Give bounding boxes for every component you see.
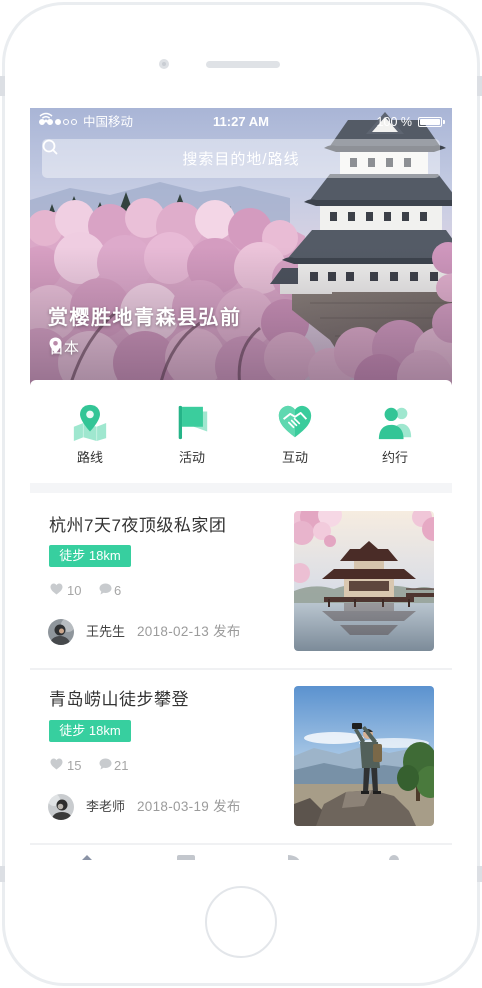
post-stats: 15 21	[50, 758, 170, 773]
post-title: 杭州7天7夜顶级私家团	[49, 516, 227, 535]
category-route[interactable]: 路线	[50, 403, 130, 473]
post-divider	[30, 843, 452, 845]
avatar[interactable]	[48, 619, 74, 645]
author-name: 李老师	[86, 799, 126, 814]
post-thumbnail[interactable]	[294, 511, 434, 651]
hiker-photo	[294, 686, 434, 826]
like-count: 15	[67, 758, 82, 773]
battery-icon	[418, 117, 445, 127]
category-meetup-label: 约行	[381, 450, 408, 465]
map-route-icon	[73, 404, 107, 441]
comment-count: 21	[114, 758, 129, 773]
battery-level	[420, 119, 440, 125]
hero-banner[interactable]: 中国移动 11:27 AM 100 % 搜索目的地/路线 赏樱胜地青森县弘前 日…	[30, 108, 452, 386]
distance-tag: 徒步 18km	[49, 720, 131, 742]
main-content: 路线 活动 互动 约行 杭州7天7夜顶级私家团 徒步 18km 10 6 王先生…	[30, 380, 452, 860]
flag-icon	[178, 405, 208, 440]
antenna-band-top-left	[0, 76, 5, 96]
comment-bubble-icon[interactable]	[99, 758, 112, 770]
post-card[interactable]: 杭州7天7夜顶级私家团 徒步 18km 10 6 王先生 2018-02-13 …	[30, 493, 452, 667]
like-count: 10	[67, 583, 82, 598]
antenna-band-bottom-right	[477, 866, 482, 882]
distance-tag: 徒步 18km	[49, 545, 131, 567]
category-route-label: 路线	[76, 450, 103, 465]
status-right: 100 %	[376, 112, 445, 132]
handshake-heart-icon	[278, 405, 312, 438]
post-date: 2018-03-19 发布	[137, 799, 241, 814]
like-heart-icon[interactable]	[50, 758, 63, 770]
list-icon[interactable]	[176, 854, 196, 860]
avatar-image	[48, 619, 74, 645]
people-icon	[378, 407, 412, 440]
search-icon	[42, 139, 58, 155]
comment-bubble-icon[interactable]	[99, 583, 112, 595]
post-date: 2018-02-13 发布	[137, 624, 241, 639]
pavilion-photo	[294, 511, 434, 651]
category-activity-label: 活动	[178, 450, 205, 465]
search-bar[interactable]: 搜索目的地/路线	[42, 139, 440, 178]
app-screen: 中国移动 11:27 AM 100 % 搜索目的地/路线 赏樱胜地青森县弘前 日…	[30, 108, 452, 860]
category-meetup[interactable]: 约行	[355, 403, 435, 473]
like-heart-icon[interactable]	[50, 583, 63, 595]
category-interact[interactable]: 互动	[255, 403, 335, 473]
battery-percent: 100 %	[376, 115, 412, 129]
section-separator	[30, 483, 452, 493]
profile-icon[interactable]	[386, 854, 402, 860]
post-stats: 10 6	[50, 583, 170, 598]
antenna-band-bottom-left	[0, 866, 5, 882]
home-button[interactable]	[205, 886, 277, 958]
map-pin-icon	[49, 337, 62, 354]
hero-title: 赏樱胜地青森县弘前	[48, 307, 242, 329]
hero-location: 日本	[49, 337, 79, 358]
avatar[interactable]	[48, 794, 74, 820]
post-title: 青岛崂山徒步攀登	[49, 690, 189, 709]
front-camera	[159, 59, 169, 69]
message-icon[interactable]	[286, 854, 302, 860]
category-interact-label: 互动	[281, 450, 308, 465]
comment-count: 6	[114, 583, 122, 598]
author-name: 王先生	[86, 624, 126, 639]
antenna-band-top-right	[477, 76, 482, 96]
post-thumbnail[interactable]	[294, 686, 434, 826]
post-card[interactable]: 青岛崂山徒步攀登 徒步 18km 15 21 李老师 2018-03-19 发布	[30, 670, 452, 844]
status-bar: 中国移动 11:27 AM 100 %	[30, 112, 452, 132]
search-placeholder: 搜索目的地/路线	[182, 151, 300, 168]
avatar-image	[48, 794, 74, 820]
earpiece-speaker	[206, 61, 280, 68]
home-icon[interactable]	[79, 854, 95, 860]
category-activity[interactable]: 活动	[152, 403, 232, 473]
